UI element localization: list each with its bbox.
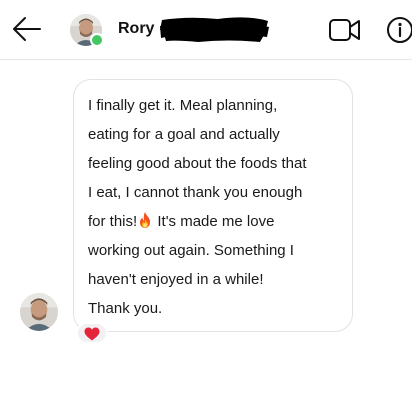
video-camera-icon bbox=[329, 19, 360, 41]
chat-header: Rory bbox=[0, 0, 412, 60]
message-bubble[interactable]: I finally get it. Meal planning, eating … bbox=[73, 79, 353, 332]
back-button[interactable] bbox=[12, 16, 42, 42]
avatar-image bbox=[20, 293, 58, 331]
info-icon bbox=[387, 17, 412, 43]
redaction-mark bbox=[160, 17, 269, 42]
online-status-dot bbox=[90, 33, 104, 47]
contact-avatar[interactable] bbox=[70, 14, 104, 47]
contact-name[interactable]: Rory bbox=[118, 20, 154, 38]
sender-avatar[interactable] bbox=[20, 293, 58, 331]
red-heart-icon bbox=[84, 327, 100, 341]
message-text: I finally get it. Meal planning, eating … bbox=[88, 91, 338, 323]
fire-emoji bbox=[140, 212, 151, 228]
conversation-info-button[interactable] bbox=[386, 16, 412, 44]
message-text-part-1: I finally get it. Meal planning, eating … bbox=[88, 97, 307, 230]
video-call-button[interactable] bbox=[328, 16, 362, 44]
message-reaction[interactable] bbox=[76, 322, 108, 344]
arrow-left-icon bbox=[13, 17, 41, 41]
message-thread: I finally get it. Meal planning, eating … bbox=[0, 60, 412, 400]
